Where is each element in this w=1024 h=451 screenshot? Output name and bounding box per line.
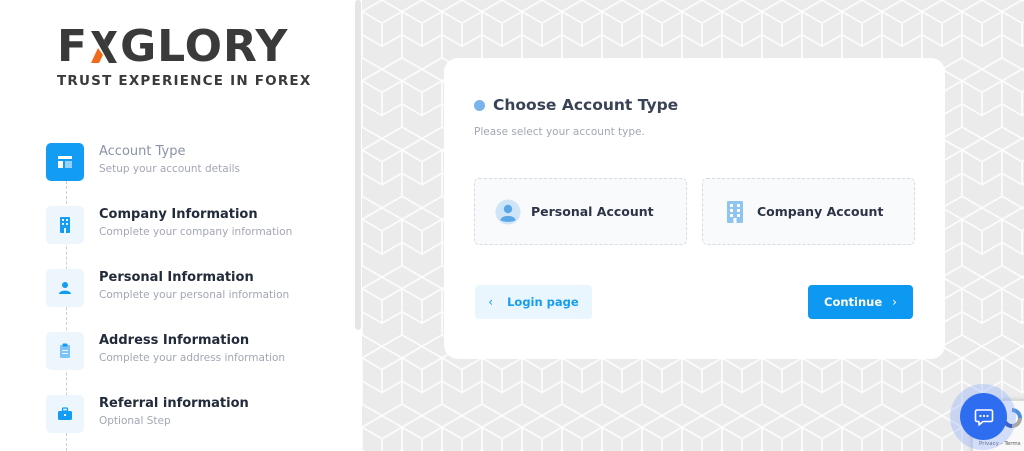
step-title: Referral information	[99, 396, 249, 411]
step-desc: Complete your company information	[99, 226, 293, 238]
logo-x-mark	[89, 27, 119, 67]
step-desc: Complete your address information	[99, 352, 286, 364]
briefcase-icon	[46, 395, 84, 433]
account-type-card: Choose Account Type Please select your a…	[444, 58, 945, 359]
logo-tagline: TRUST EXPERIENCE IN FOREX	[57, 73, 312, 89]
step-title: Address Information	[99, 333, 250, 348]
card-title: Choose Account Type	[493, 96, 679, 114]
layout-icon	[46, 143, 84, 181]
step-personal-information[interactable]: Personal Information Complete your perso…	[46, 269, 346, 309]
company-account-label: Company Account	[757, 204, 884, 219]
sidebar-scrollbar[interactable]	[355, 0, 361, 330]
building-icon	[725, 200, 745, 224]
chat-button[interactable]	[960, 393, 1007, 440]
logo-wordmark: F GLORY	[57, 24, 287, 70]
personal-account-option[interactable]: Personal Account	[474, 178, 687, 245]
continue-label: Continue	[824, 295, 883, 309]
logo-f: F	[57, 21, 89, 72]
step-account-type[interactable]: Account Type Setup your account details	[46, 143, 346, 183]
step-company-information[interactable]: Company Information Complete your compan…	[46, 206, 346, 246]
continue-button[interactable]: Continue ›	[808, 285, 913, 319]
step-title: Account Type	[99, 144, 186, 159]
step-title: Company Information	[99, 207, 258, 222]
title-dot-icon	[474, 99, 485, 111]
step-title: Personal Information	[99, 270, 254, 285]
step-desc: Optional Step	[99, 415, 171, 427]
chat-bubble-icon	[974, 407, 994, 427]
logo-glory: GLORY	[120, 21, 289, 72]
recaptcha-terms-link[interactable]: Terms	[1004, 441, 1020, 447]
user-icon	[46, 269, 84, 307]
brand-logo: F GLORY TRUST EXPERIENCE IN FOREX	[57, 24, 312, 94]
step-desc: Complete your personal information	[99, 289, 290, 301]
main-area: Choose Account Type Please select your a…	[362, 0, 1024, 451]
step-desc: Setup your account details	[99, 163, 240, 175]
login-page-label: Login page	[507, 295, 579, 309]
step-address-information[interactable]: Address Information Complete your addres…	[46, 332, 346, 372]
building-icon	[46, 206, 84, 244]
step-referral-information[interactable]: Referral information Optional Step	[46, 395, 346, 435]
personal-account-label: Personal Account	[531, 204, 654, 219]
card-subtitle: Please select your account type.	[474, 126, 645, 138]
chevron-right-icon: ›	[892, 295, 897, 309]
chevron-left-icon: ‹	[488, 295, 494, 309]
sidebar: F GLORY TRUST EXPERIENCE IN FOREX Accoun…	[0, 0, 362, 451]
login-page-button[interactable]: ‹ Login page	[475, 285, 592, 319]
clipboard-icon	[46, 332, 84, 370]
user-avatar-icon	[495, 199, 521, 225]
company-account-option[interactable]: Company Account	[702, 178, 915, 245]
